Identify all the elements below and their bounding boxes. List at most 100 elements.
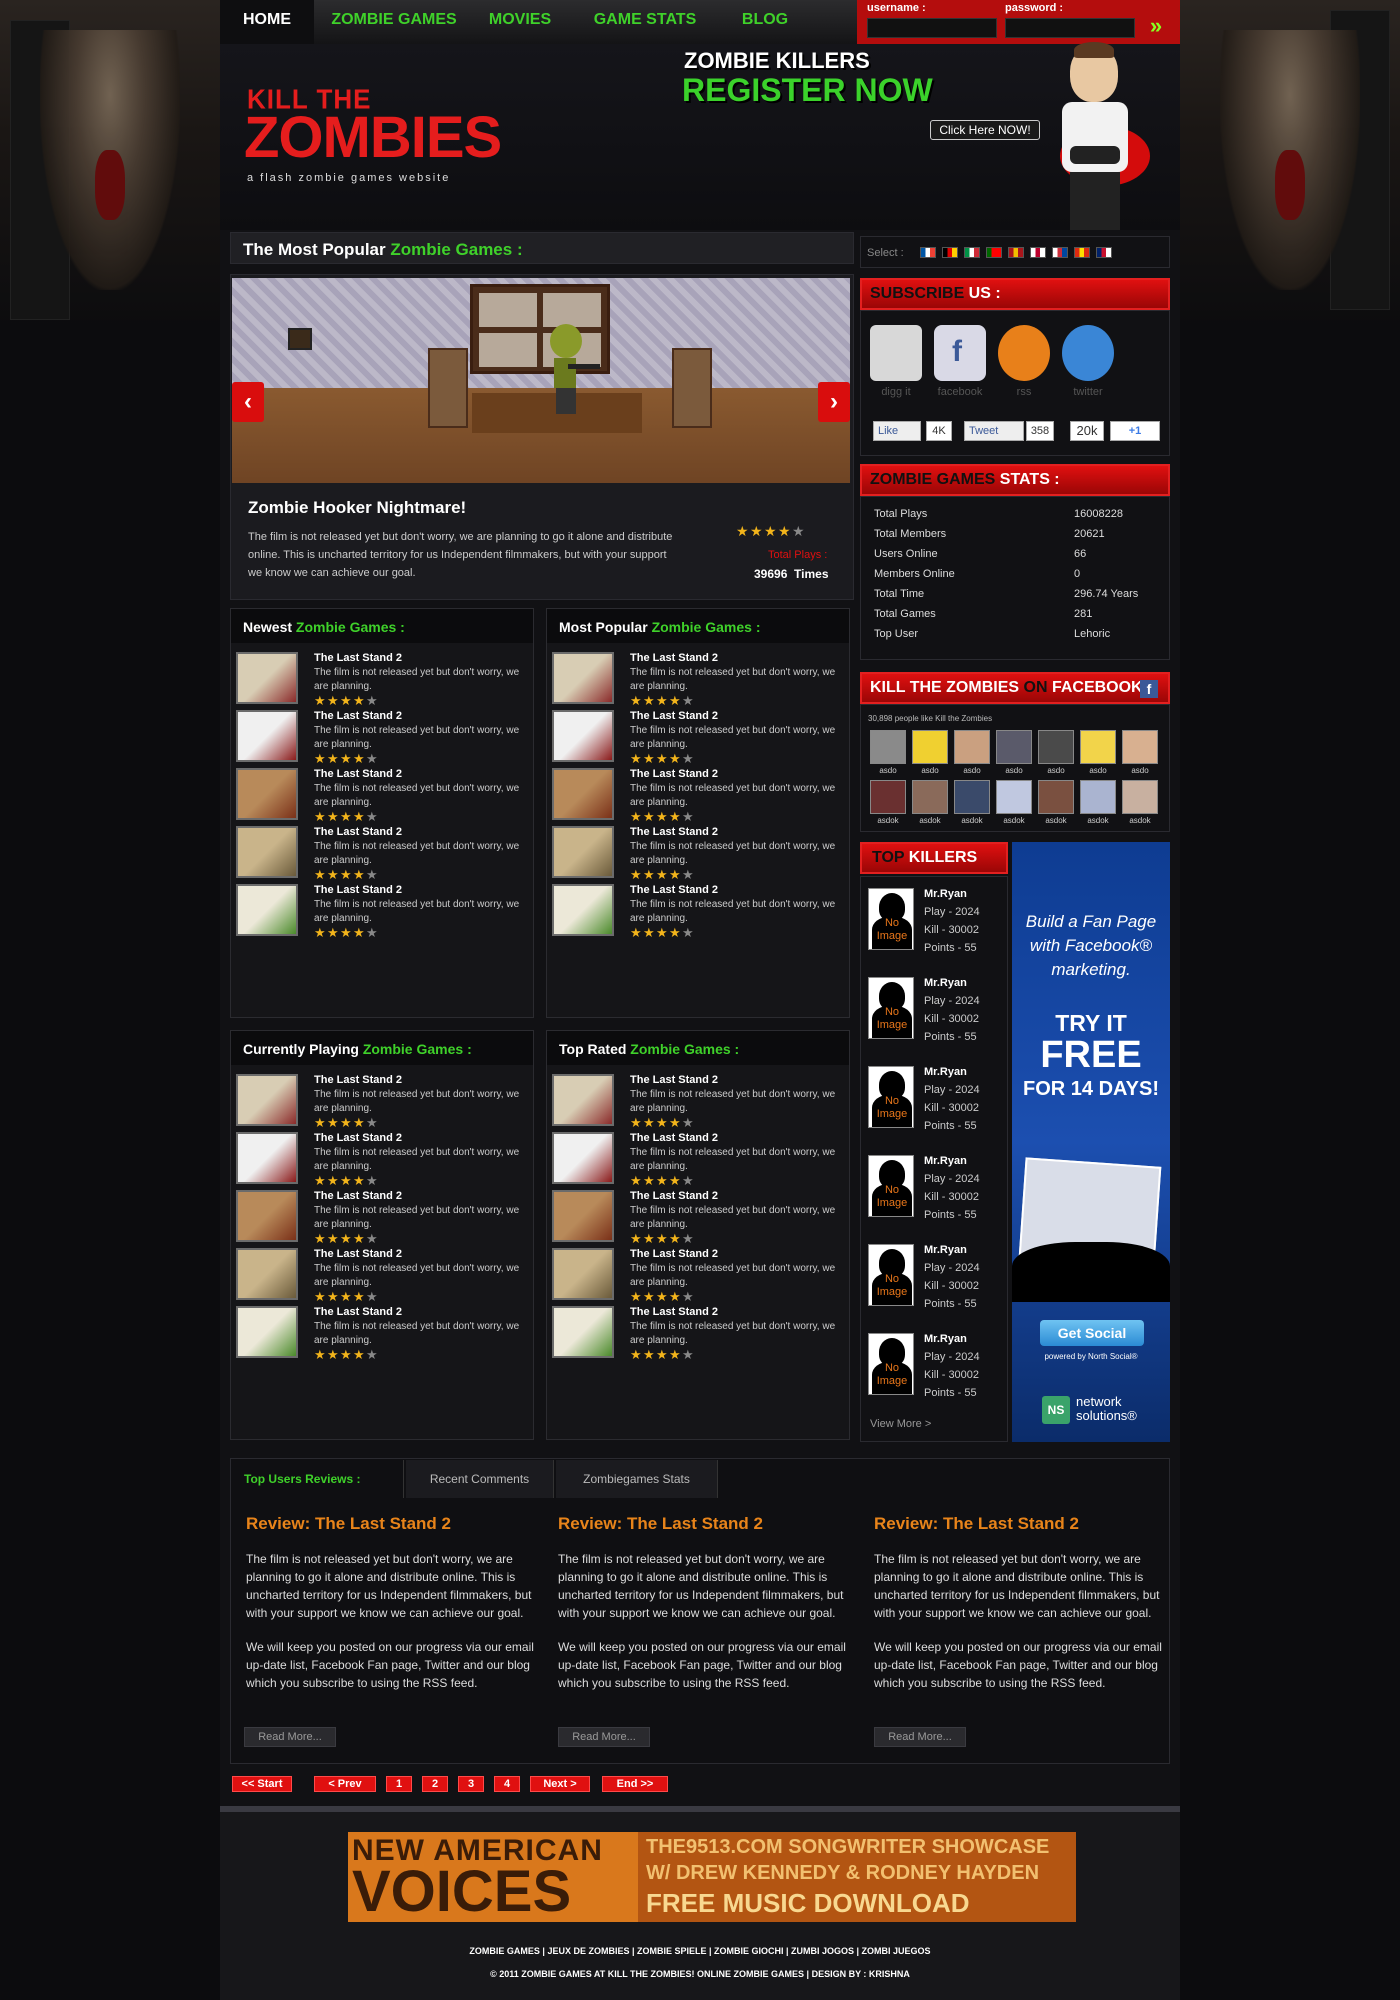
game-thumbnail[interactable] — [236, 710, 298, 762]
game-thumbnail[interactable] — [552, 768, 614, 820]
facebook-fan-avatar[interactable] — [912, 780, 948, 814]
facebook-label[interactable]: facebook — [930, 386, 990, 398]
top-killer-item[interactable]: No Image Mr.Ryan Play - 2024 Kill - 30002 Po… — [868, 1155, 1008, 1231]
review-title[interactable]: Review: The Last Stand 2 — [246, 1514, 536, 1534]
pagination-start[interactable]: << Start — [232, 1776, 292, 1792]
game-thumbnail[interactable] — [236, 1074, 298, 1126]
view-more-link[interactable]: View More > — [870, 1418, 931, 1430]
game-list-item[interactable]: The Last Stand 2 The film is not released… — [236, 646, 526, 712]
killer-name[interactable]: Mr.Ryan — [924, 888, 967, 900]
facebook-fan-avatar[interactable] — [1122, 780, 1158, 814]
game-title[interactable]: The Last Stand 2 — [630, 1306, 718, 1318]
game-list-item[interactable]: The Last Stand 2 The film is not released… — [552, 1300, 842, 1366]
register-button[interactable]: Click Here NOW! — [930, 120, 1040, 140]
game-title[interactable]: The Last Stand 2 — [630, 710, 718, 722]
twitter-label[interactable]: twitter — [1058, 386, 1118, 398]
killer-name[interactable]: Mr.Ryan — [924, 977, 967, 989]
game-title[interactable]: The Last Stand 2 — [630, 884, 718, 896]
game-thumbnail[interactable] — [236, 1132, 298, 1184]
game-list-item[interactable]: The Last Stand 2 The film is not released… — [552, 1126, 842, 1192]
facebook-fan-avatar[interactable] — [1038, 780, 1074, 814]
top-killer-item[interactable]: No Image Mr.Ryan Play - 2024 Kill - 30002 Po… — [868, 1333, 1008, 1409]
game-title[interactable]: The Last Stand 2 — [630, 1190, 718, 1202]
slider-prev-button[interactable]: ‹ — [232, 382, 264, 422]
game-title[interactable]: The Last Stand 2 — [630, 768, 718, 780]
language-flag-icon[interactable] — [964, 247, 980, 258]
facebook-fan-avatar[interactable] — [996, 780, 1032, 814]
game-title[interactable]: The Last Stand 2 — [314, 652, 402, 664]
nav-blog[interactable]: BLOG — [720, 0, 810, 44]
facebook-marketing-ad[interactable]: Build a Fan Page with Facebook® marketin… — [1012, 842, 1170, 1442]
game-title[interactable]: The Last Stand 2 — [314, 1132, 402, 1144]
pagination-page-2[interactable]: 2 — [422, 1776, 448, 1792]
game-title[interactable]: The Last Stand 2 — [314, 768, 402, 780]
killer-name[interactable]: Mr.Ryan — [924, 1066, 967, 1078]
game-thumbnail[interactable] — [236, 826, 298, 878]
language-flag-icon[interactable] — [942, 247, 958, 258]
facebook-fan-avatar[interactable] — [912, 730, 948, 764]
review-title[interactable]: Review: The Last Stand 2 — [874, 1514, 1164, 1534]
game-list-item[interactable]: The Last Stand 2 The film is not released… — [552, 1068, 842, 1134]
game-thumbnail[interactable] — [552, 1248, 614, 1300]
top-killer-item[interactable]: No Image Mr.Ryan Play - 2024 Kill - 30002 Po… — [868, 888, 1008, 964]
nav-home[interactable]: HOME — [220, 0, 314, 44]
game-title[interactable]: The Last Stand 2 — [630, 826, 718, 838]
game-thumbnail[interactable] — [552, 826, 614, 878]
facebook-fan-avatar[interactable] — [1038, 730, 1074, 764]
game-thumbnail[interactable] — [552, 1132, 614, 1184]
tab-zombiegames-stats[interactable]: Zombiegames Stats — [556, 1460, 718, 1498]
ad-get-social-button[interactable]: Get Social — [1040, 1320, 1144, 1346]
logo-line2[interactable]: ZOMBIES — [244, 108, 502, 168]
facebook-fan-avatar[interactable] — [954, 780, 990, 814]
language-flag-icon[interactable] — [1030, 247, 1046, 258]
game-list-item[interactable]: The Last Stand 2 The film is not released… — [236, 1184, 526, 1250]
digg-label[interactable]: digg it — [866, 386, 926, 398]
game-list-item[interactable]: The Last Stand 2 The film is not released… — [552, 646, 842, 712]
killer-name[interactable]: Mr.Ryan — [924, 1155, 967, 1167]
game-title[interactable]: The Last Stand 2 — [630, 1074, 718, 1086]
facebook-fan-avatar[interactable] — [954, 730, 990, 764]
username-input[interactable] — [867, 18, 997, 38]
game-list-item[interactable]: The Last Stand 2 The film is not released… — [236, 878, 526, 944]
game-list-item[interactable]: The Last Stand 2 The film is not released… — [236, 1068, 526, 1134]
game-list-item[interactable]: The Last Stand 2 The film is not released… — [236, 1242, 526, 1308]
game-thumbnail[interactable] — [552, 1190, 614, 1242]
read-more-button[interactable]: Read More... — [874, 1727, 966, 1747]
pagination-end[interactable]: End >> — [602, 1776, 668, 1792]
tweet-button[interactable]: Tweet — [964, 421, 1024, 441]
language-flag-icon[interactable] — [1052, 247, 1068, 258]
pagination-page-4[interactable]: 4 — [494, 1776, 520, 1792]
facebook-fan-avatar[interactable] — [1080, 780, 1116, 814]
featured-slider-image[interactable] — [232, 278, 850, 483]
language-flag-icon[interactable] — [1096, 247, 1112, 258]
game-thumbnail[interactable] — [236, 768, 298, 820]
game-thumbnail[interactable] — [552, 1074, 614, 1126]
password-input[interactable] — [1005, 18, 1135, 38]
game-title[interactable]: The Last Stand 2 — [314, 826, 402, 838]
language-flag-icon[interactable] — [1074, 247, 1090, 258]
game-thumbnail[interactable] — [236, 884, 298, 936]
pagination-next[interactable]: Next > — [530, 1776, 590, 1792]
language-flag-icon[interactable] — [920, 247, 936, 258]
game-list-item[interactable]: The Last Stand 2 The film is not released… — [236, 1126, 526, 1192]
game-list-item[interactable]: The Last Stand 2 The film is not released… — [552, 1242, 842, 1308]
game-title[interactable]: The Last Stand 2 — [630, 1248, 718, 1260]
game-title[interactable]: The Last Stand 2 — [314, 884, 402, 896]
top-killer-item[interactable]: No Image Mr.Ryan Play - 2024 Kill - 30002 Po… — [868, 977, 1008, 1053]
read-more-button[interactable]: Read More... — [558, 1727, 650, 1747]
facebook-fan-avatar[interactable] — [870, 780, 906, 814]
game-title[interactable]: The Last Stand 2 — [630, 652, 718, 664]
digg-icon[interactable] — [870, 325, 922, 381]
game-list-item[interactable]: The Last Stand 2 The film is not released… — [552, 820, 842, 886]
review-title[interactable]: Review: The Last Stand 2 — [558, 1514, 848, 1534]
killer-name[interactable]: Mr.Ryan — [924, 1333, 967, 1345]
footer-links[interactable]: ZOMBIE GAMES | JEUX DE ZOMBIES | ZOMBIE … — [220, 1946, 1180, 1956]
game-title[interactable]: The Last Stand 2 — [314, 1306, 402, 1318]
nav-zombie-games[interactable]: ZOMBIE GAMES — [324, 0, 464, 44]
rss-icon[interactable] — [998, 325, 1050, 381]
game-list-item[interactable]: The Last Stand 2 The film is not released… — [552, 1184, 842, 1250]
rss-label[interactable]: rss — [994, 386, 1054, 398]
facebook-fan-avatar[interactable] — [996, 730, 1032, 764]
facebook-fan-avatar[interactable] — [870, 730, 906, 764]
facebook-like-button[interactable]: Like — [873, 421, 921, 441]
